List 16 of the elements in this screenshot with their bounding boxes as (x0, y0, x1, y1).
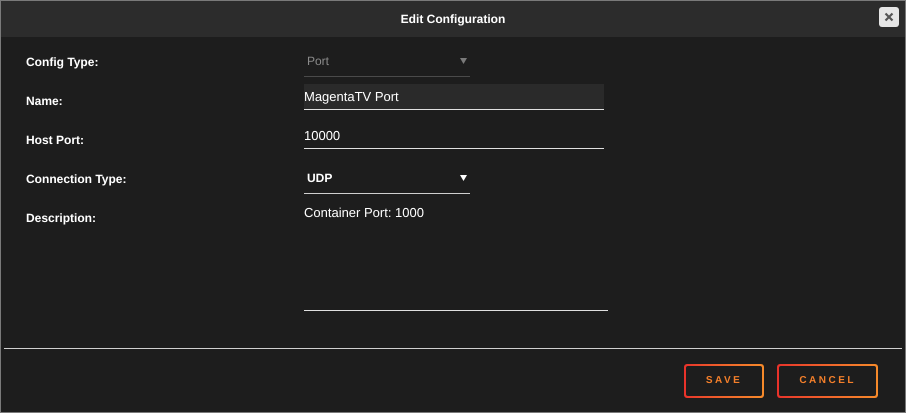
field-label: Host Port: (25, 132, 85, 149)
close-button[interactable] (879, 7, 899, 27)
field-label: Name: (25, 93, 64, 110)
caret-icon (460, 174, 467, 181)
field-label: Description: (25, 210, 98, 227)
dialog-title: Edit Configuration (400, 11, 506, 28)
close-icon (884, 12, 894, 22)
field-label: Config Type: (25, 54, 100, 71)
field-label: Connection Type: (25, 171, 128, 188)
text-field[interactable]: MagentaTV Port (304, 84, 604, 110)
dropdown[interactable]: UDP (304, 162, 470, 194)
description-field[interactable]: Container Port: 1000 (304, 201, 608, 311)
caret-icon (460, 57, 467, 64)
action-button[interactable]: SAVE (684, 364, 764, 398)
text-field[interactable]: 10000 (304, 123, 604, 149)
action-button[interactable]: CANCEL (777, 364, 878, 398)
